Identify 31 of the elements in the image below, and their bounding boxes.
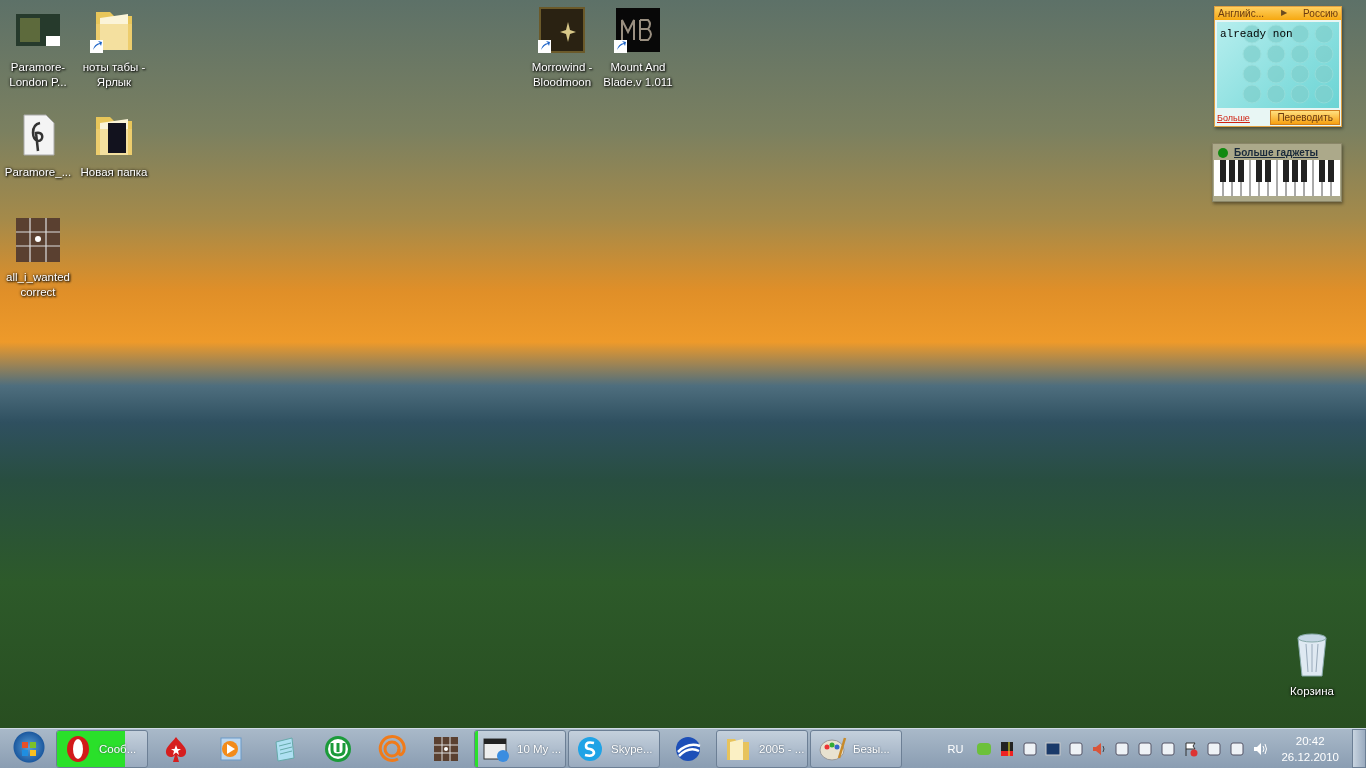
- source-language[interactable]: Английс...: [1218, 8, 1264, 19]
- taskbar-button[interactable]: 2005 - ...: [716, 729, 808, 768]
- target-language[interactable]: Россию: [1303, 8, 1338, 19]
- input-text: already non: [1219, 27, 1294, 42]
- speaker-muted-icon[interactable]: [1091, 740, 1108, 757]
- taskbar-button[interactable]: Безы...: [810, 729, 902, 768]
- level-meter-icon[interactable]: [999, 740, 1016, 757]
- icon-label: all_i_wanted correct: [5, 270, 71, 300]
- fretboard-icon[interactable]: [14, 216, 62, 264]
- language-indicator[interactable]: RU: [947, 742, 964, 755]
- icon-label: Новая папка: [79, 165, 149, 180]
- mu-logo-icon: [323, 733, 353, 764]
- flag-error-icon[interactable]: [1183, 740, 1200, 757]
- taskbar-button[interactable]: 10 My ...: [474, 729, 566, 768]
- taskbar-button[interactable]: Skype...: [568, 729, 660, 768]
- icon-label: Morrowind - Bloodmoon: [530, 60, 594, 90]
- icon-label: Paramore_...: [3, 165, 73, 180]
- icon-label: ноты табы - Ярлык: [81, 60, 147, 90]
- icon-label: Корзина: [1289, 684, 1335, 699]
- clock-time[interactable]: 20:42: [1295, 732, 1325, 749]
- icon-label: Paramore-London P...: [8, 60, 68, 90]
- clock-date[interactable]: 26.12.2010: [1281, 748, 1339, 765]
- at-sign-icon: [377, 733, 407, 764]
- translate-button[interactable]: Переводить: [1270, 110, 1340, 125]
- arrow-glyph: ▶: [1280, 8, 1287, 19]
- more-gadgets-link[interactable]: Больше гаджеты: [1234, 147, 1319, 158]
- translation-input[interactable]: already non: [1217, 22, 1339, 108]
- more-link[interactable]: Больше: [1217, 112, 1250, 123]
- letters-logo-icon[interactable]: [614, 6, 662, 54]
- icon-label: Mount And Blade.v 1.011: [602, 60, 674, 90]
- show-desktop-button[interactable]: [1352, 729, 1366, 768]
